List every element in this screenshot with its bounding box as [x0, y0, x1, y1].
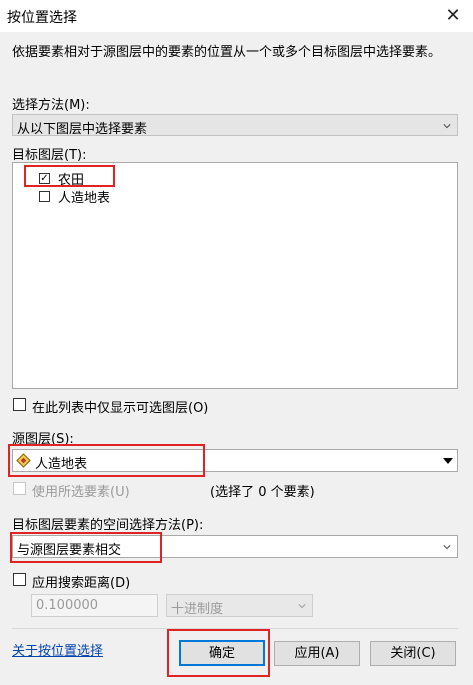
search-distance-value: 0.100000: [36, 598, 99, 613]
only-selectable-label: 在此列表中仅显示可选图层(O): [32, 401, 209, 416]
spatial-method-highlight-box: [10, 532, 162, 563]
dropdown-arrow-icon: [443, 458, 453, 464]
selection-method-value: 从以下图层中选择要素: [17, 122, 148, 137]
chevron-down-icon: [443, 545, 451, 550]
farmland-highlight-box: [24, 165, 115, 187]
artificial-surface-label: 人造地表: [58, 191, 111, 206]
help-link[interactable]: 关于按位置选择: [12, 640, 103, 659]
ok-button-highlight-box: [167, 629, 270, 677]
artificial-surface-checkbox[interactable]: [39, 191, 50, 202]
chevron-down-icon: [298, 604, 306, 609]
close-window-icon[interactable]: ✕: [440, 3, 466, 29]
window-title: 按位置选择: [7, 10, 77, 26]
close-button[interactable]: 关闭(C): [370, 641, 456, 666]
distance-unit-value: 十进制度: [171, 602, 224, 617]
use-selected-label: 使用所选要素(U): [32, 485, 130, 500]
chevron-down-icon: [443, 124, 451, 129]
selection-method-dropdown[interactable]: 从以下图层中选择要素: [12, 114, 458, 137]
search-distance-label: 应用搜索距离(D): [32, 576, 131, 591]
target-layers-label: 目标图层(T):: [12, 148, 87, 163]
search-distance-checkbox[interactable]: [13, 573, 26, 586]
only-selectable-checkbox[interactable]: [13, 398, 26, 411]
distance-unit-dropdown: 十进制度: [166, 594, 313, 617]
source-layer-highlight-box: [8, 444, 205, 477]
list-item-artificial-surface[interactable]: 人造地表: [36, 187, 246, 206]
selected-count-text: (选择了 0 个要素): [210, 485, 315, 500]
use-selected-checkbox: [13, 482, 26, 495]
search-distance-input: 0.100000: [31, 594, 158, 617]
spatial-method-label: 目标图层要素的空间选择方法(P):: [12, 518, 204, 533]
selection-method-label: 选择方法(M):: [12, 98, 90, 113]
apply-button[interactable]: 应用(A): [274, 641, 360, 666]
dialog-description: 依据要素相对于源图层中的要素的位置从一个或多个目标图层中选择要素。: [12, 45, 442, 60]
